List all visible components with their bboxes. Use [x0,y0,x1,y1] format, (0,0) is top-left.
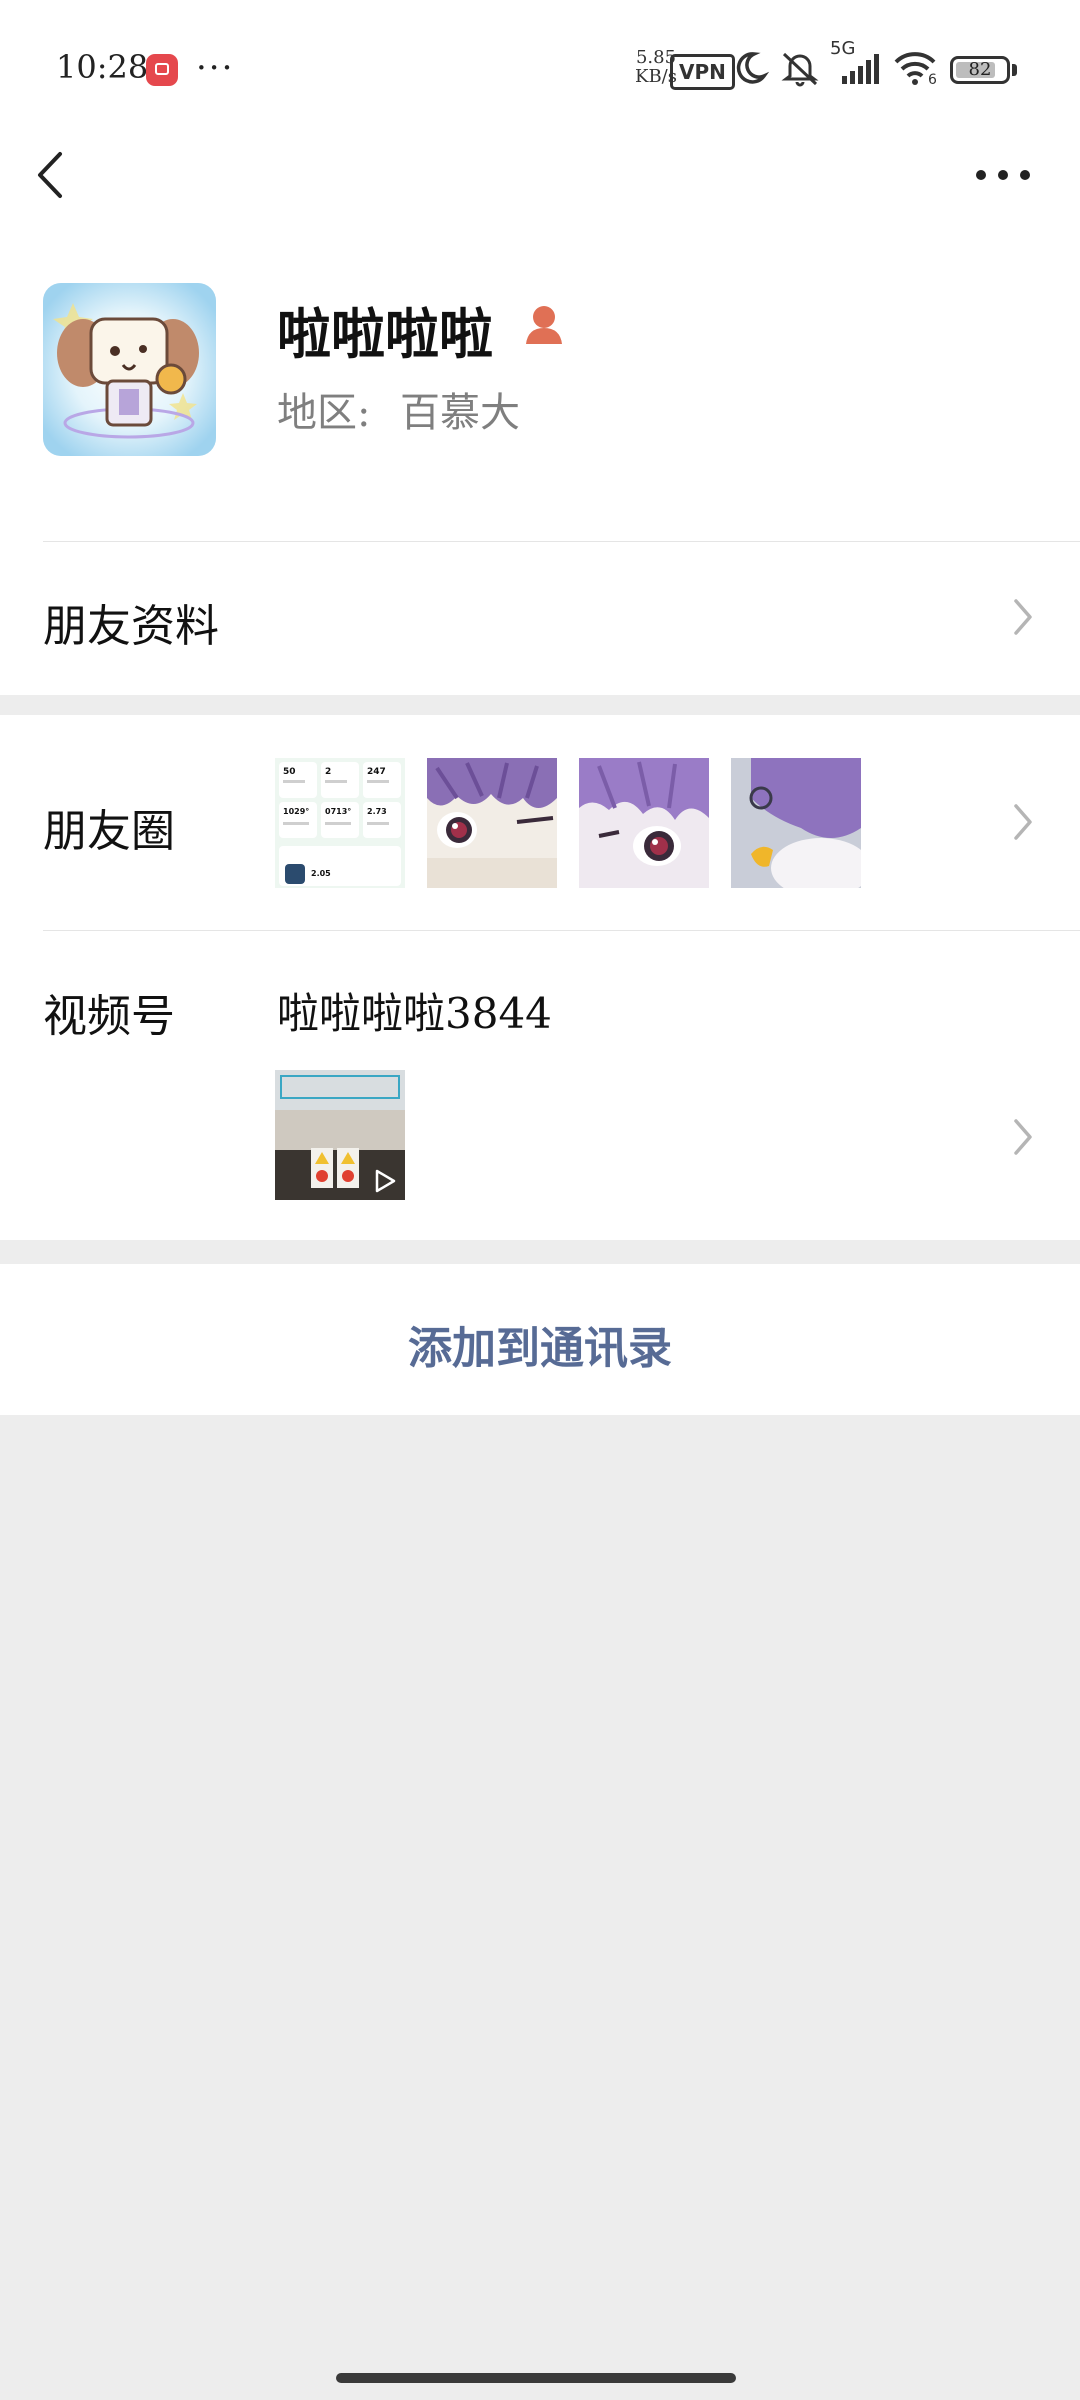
moments-thumb-2 [427,758,557,888]
avatar-image [43,283,216,456]
add-to-contacts-label: 添加到通讯录 [408,1323,672,1374]
vpn-badge: VPN [670,54,735,90]
battery-icon: 82 [950,56,1010,84]
app-notification-icon [146,54,178,86]
battery-tip [1012,64,1017,76]
stat-text: 50 [283,767,296,777]
friend-info-label: 朋友资料 [43,601,219,652]
chevron-left-icon [38,152,62,198]
chevron-right-icon [1014,804,1032,840]
status-more-dots: ··· [196,48,235,88]
moments-thumb-image [579,758,709,888]
moments-label: 朋友圈 [43,806,175,857]
mute-icon [781,52,819,87]
moon-icon [736,52,770,84]
channels-row[interactable] [0,931,1080,1239]
stat-text: 2.05 [311,869,331,878]
profile-name: 啦啦啦啦 [277,302,493,366]
stat-text: 2.73 [367,807,387,816]
stat-text: 0713° [325,807,351,816]
channels-label: 视频号 [43,991,175,1042]
stat-text: 1029° [283,807,309,816]
region-label: 地区: [277,390,371,436]
home-indicator[interactable] [336,2373,736,2383]
moments-thumb-image [731,758,861,888]
back-button[interactable] [30,140,100,210]
chevron-right-icon [1014,1119,1032,1155]
avatar[interactable] [43,283,216,456]
play-icon [375,1169,396,1193]
stat-text: 2 [325,767,331,777]
moments-thumb-image: 50 2 247 1029° 0713° 2.73 2.05 [275,758,405,888]
person-badge-icon [526,306,562,344]
chevron-right-icon [1014,599,1032,635]
moments-thumb-image [427,758,557,888]
moments-thumb-4 [731,758,861,888]
more-dots-icon [976,170,1030,180]
region-value: 百慕大 [400,390,520,436]
status-time: 10:28 [56,48,149,86]
more-button[interactable] [968,140,1038,210]
battery-percent: 82 [968,59,992,80]
wifi-sub: 6 [928,72,937,88]
moments-thumb-3 [579,758,709,888]
stat-text: 247 [367,767,386,777]
channel-name: 啦啦啦啦3844 [277,989,552,1038]
moments-thumb-1: 50 2 247 1029° 0713° 2.73 2.05 [275,758,405,888]
signal-icon [842,54,879,84]
channel-video-thumb [275,1070,405,1200]
